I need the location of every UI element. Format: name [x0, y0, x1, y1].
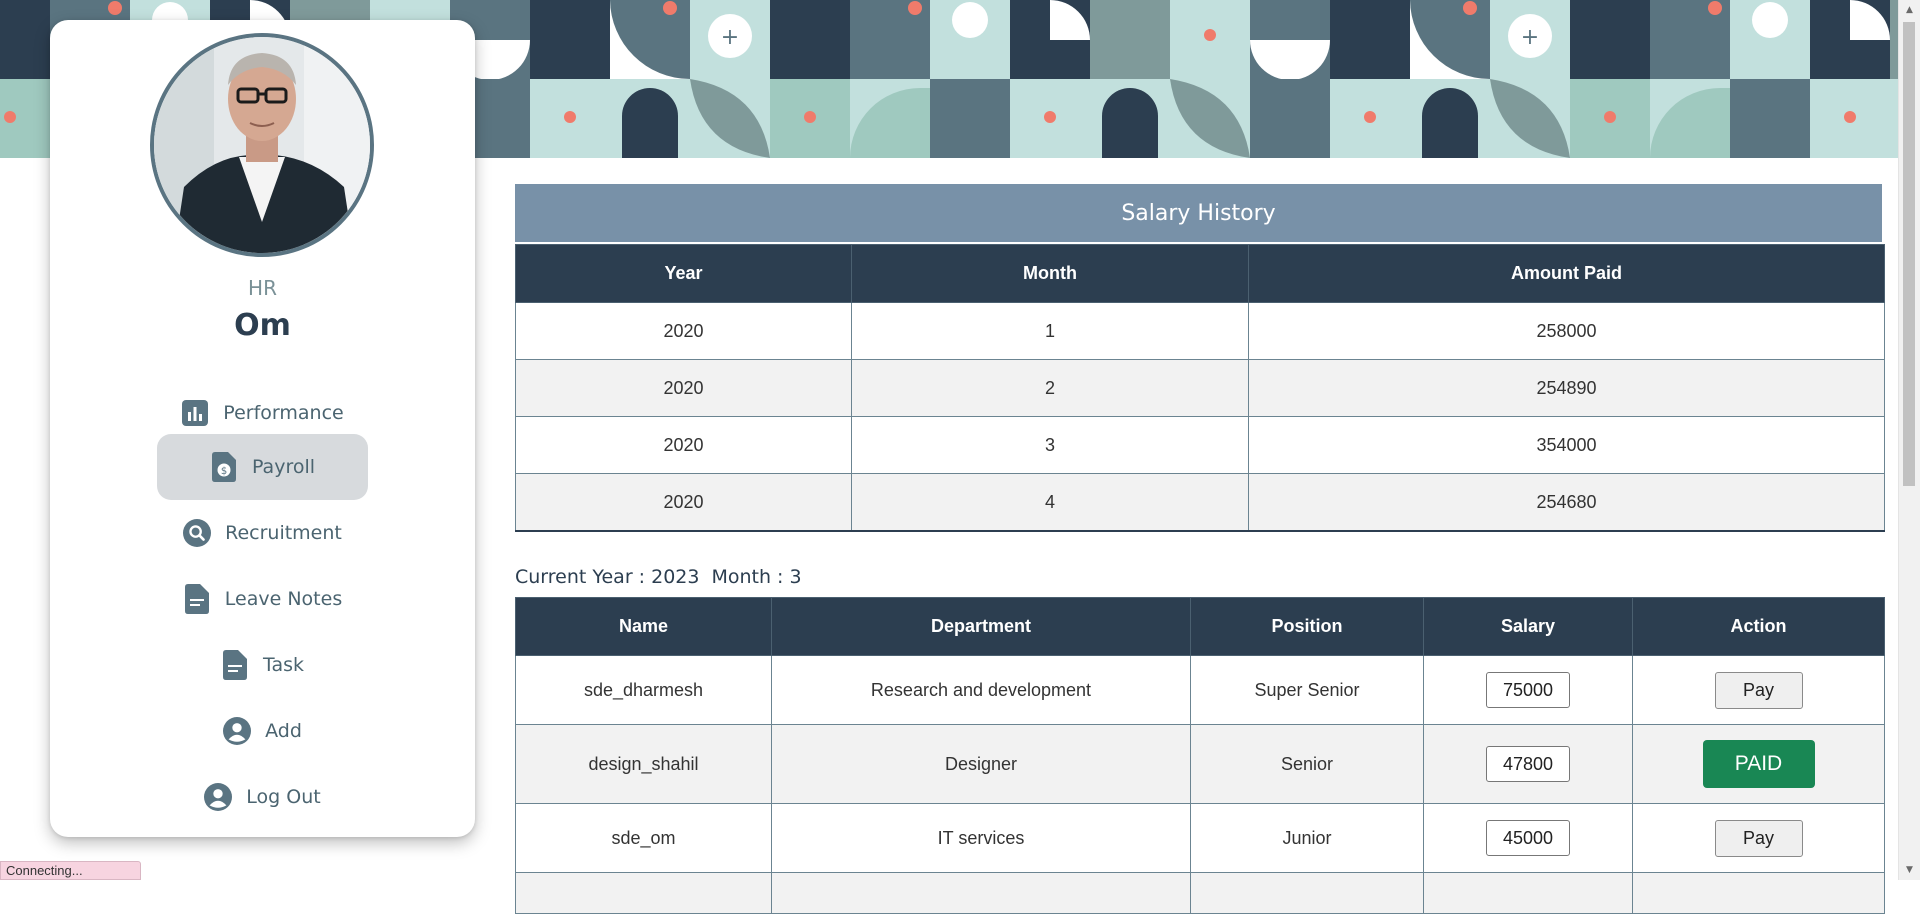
column-header-month: Month — [851, 244, 1249, 303]
cell-year: 2020 — [515, 359, 852, 417]
table-row: design_shahil Designer Senior PAID — [515, 724, 1885, 804]
cell-amount-paid: 254680 — [1248, 473, 1885, 532]
salary-history-table: Year Month Amount Paid 2020 1 258000 202… — [515, 244, 1885, 532]
cell-year: 2020 — [515, 473, 852, 532]
salary-input[interactable] — [1486, 746, 1570, 782]
column-header-year: Year — [515, 244, 852, 303]
cell-year: 2020 — [515, 302, 852, 360]
search-icon — [183, 519, 212, 547]
current-period: Current Year : 2023 Month : 3 — [515, 566, 802, 588]
table-row: 2020 1 258000 — [515, 302, 1885, 360]
document-icon — [221, 650, 249, 680]
table-header-row: Year Month Amount Paid — [515, 244, 1885, 303]
sidebar-item-payroll[interactable]: $ Payroll — [157, 434, 368, 500]
avatar — [150, 33, 374, 257]
cell-action: Pay — [1632, 803, 1885, 873]
cell-department — [771, 872, 1191, 914]
vertical-scrollbar[interactable]: ▲ ▼ — [1898, 0, 1920, 880]
user-name: Om — [234, 308, 291, 343]
scroll-up-arrow-icon[interactable]: ▲ — [1899, 0, 1920, 20]
sidebar-item-label: Leave Notes — [224, 588, 343, 610]
cell-position: Super Senior — [1190, 655, 1424, 725]
pay-button[interactable]: Pay — [1714, 819, 1803, 857]
cell-amount-paid: 354000 — [1248, 416, 1885, 474]
sidebar-item-label: Log Out — [246, 786, 321, 808]
profile-photo — [154, 37, 370, 253]
cell-name: sde_om — [515, 803, 772, 873]
current-month-label: Month : 3 — [711, 566, 802, 588]
sidebar-item-recruitment[interactable]: Recruitment — [157, 500, 368, 566]
paid-button[interactable]: PAID — [1702, 740, 1815, 788]
table-row: sde_om IT services Junior Pay — [515, 803, 1885, 873]
scrollbar-thumb[interactable] — [1903, 22, 1915, 486]
table-row: sde_dharmesh Research and development Su… — [515, 655, 1885, 725]
cell-position: Junior — [1190, 803, 1424, 873]
scroll-down-arrow-icon[interactable]: ▼ — [1899, 860, 1920, 880]
document-icon — [183, 584, 211, 614]
user-icon — [204, 783, 233, 811]
pay-button[interactable]: Pay — [1714, 671, 1803, 709]
salary-input[interactable] — [1486, 820, 1570, 856]
cell-salary — [1423, 724, 1633, 804]
cell-action — [1632, 872, 1885, 914]
user-role: HR — [248, 276, 277, 300]
browser-status-bar: Connecting... — [0, 861, 141, 880]
cell-salary — [1423, 803, 1633, 873]
column-header-salary: Salary — [1423, 597, 1633, 656]
sidebar-item-label: Add — [265, 720, 302, 742]
sidebar-item-label: Recruitment — [225, 522, 342, 544]
sidebar: HR Om Performance $ Payroll Recruitment … — [50, 20, 475, 837]
cell-name: design_shahil — [515, 724, 772, 804]
cell-amount-paid: 258000 — [1248, 302, 1885, 360]
cell-month: 2 — [851, 359, 1249, 417]
sidebar-item-label: Task — [262, 654, 304, 676]
sidebar-item-label: Payroll — [251, 456, 316, 478]
employee-payroll-table: Name Department Position Salary Action s… — [515, 597, 1885, 914]
column-header-name: Name — [515, 597, 772, 656]
cell-month: 4 — [851, 473, 1249, 532]
cell-position: Senior — [1190, 724, 1424, 804]
column-header-position: Position — [1190, 597, 1424, 656]
sidebar-item-label: Performance — [223, 402, 344, 424]
salary-history-title: Salary History — [515, 184, 1882, 242]
cell-department: Research and development — [771, 655, 1191, 725]
cell-salary — [1423, 655, 1633, 725]
payroll-icon: $ — [210, 452, 238, 482]
table-row — [515, 872, 1885, 914]
current-year-label: Current Year : 2023 — [515, 566, 700, 588]
column-header-action: Action — [1632, 597, 1885, 656]
cell-department: IT services — [771, 803, 1191, 873]
cell-name — [515, 872, 772, 914]
cell-action: PAID — [1632, 724, 1885, 804]
cell-year: 2020 — [515, 416, 852, 474]
sidebar-item-add[interactable]: Add — [157, 698, 368, 764]
bar-chart-icon — [181, 399, 209, 427]
svg-text:$: $ — [221, 466, 227, 477]
cell-department: Designer — [771, 724, 1191, 804]
cell-action: Pay — [1632, 655, 1885, 725]
cell-month: 3 — [851, 416, 1249, 474]
cell-name: sde_dharmesh — [515, 655, 772, 725]
column-header-amount-paid: Amount Paid — [1248, 244, 1885, 303]
cell-position — [1190, 872, 1424, 914]
table-header-row: Name Department Position Salary Action — [515, 597, 1885, 656]
sidebar-item-leave-notes[interactable]: Leave Notes — [157, 566, 368, 632]
cell-amount-paid: 254890 — [1248, 359, 1885, 417]
table-row: 2020 3 354000 — [515, 416, 1885, 474]
user-icon — [223, 717, 252, 745]
salary-input[interactable] — [1486, 672, 1570, 708]
column-header-department: Department — [771, 597, 1191, 656]
table-row: 2020 2 254890 — [515, 359, 1885, 417]
cell-month: 1 — [851, 302, 1249, 360]
sidebar-item-task[interactable]: Task — [157, 632, 368, 698]
sidebar-item-log-out[interactable]: Log Out — [157, 764, 368, 830]
cell-salary — [1423, 872, 1633, 914]
table-row: 2020 4 254680 — [515, 473, 1885, 532]
